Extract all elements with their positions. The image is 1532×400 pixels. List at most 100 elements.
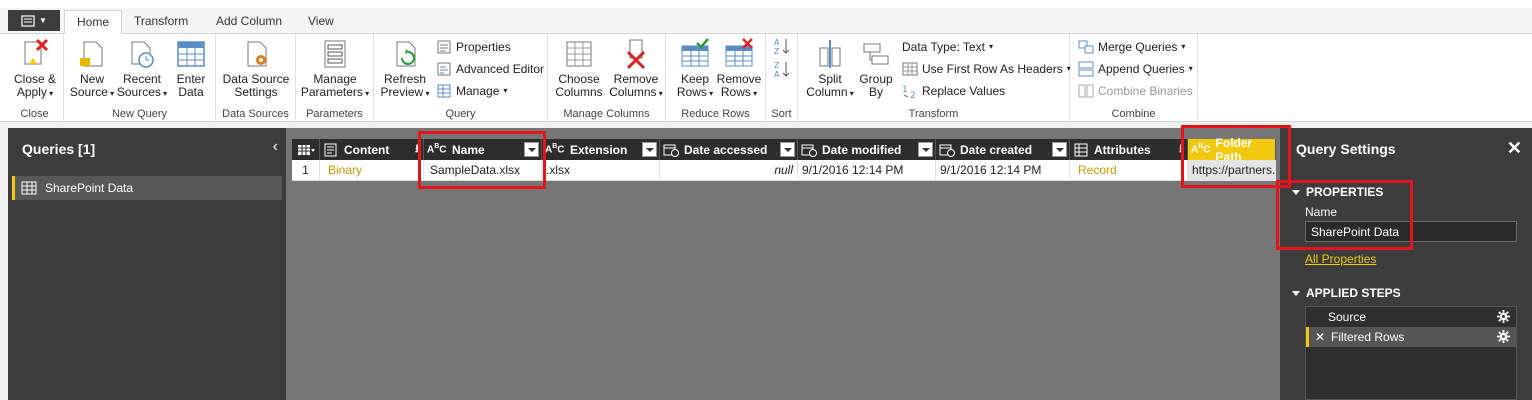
split-column-label-2: Column	[806, 85, 848, 99]
close-icon[interactable]: ✕	[1507, 138, 1522, 159]
data-type-dropdown[interactable]: Data Type: Text ▾	[902, 37, 993, 57]
query-item-sharepoint-data[interactable]: SharePoint Data	[12, 176, 282, 200]
step-source[interactable]: Source	[1306, 307, 1516, 327]
recent-sources-button[interactable]: Recent Sources ▾	[116, 38, 168, 100]
advanced-editor-button[interactable]: Advanced Editor	[436, 59, 544, 79]
gear-icon[interactable]	[1497, 310, 1510, 323]
sort-ascending-button[interactable]: AZ	[774, 37, 790, 57]
properties-button[interactable]: Properties	[436, 37, 511, 57]
cell-extension[interactable]: .xlsx	[542, 160, 660, 181]
expand-column-icon[interactable]: ⭳	[415, 140, 419, 159]
svg-text:A: A	[774, 38, 780, 47]
replace-values-button[interactable]: 12 Replace Values	[902, 81, 1005, 101]
close-apply-button[interactable]: Close & Apply ▾	[10, 38, 60, 100]
recent-sources-icon	[131, 41, 154, 68]
refresh-preview-button[interactable]: Refresh Preview ▾	[380, 38, 430, 100]
tab-transform[interactable]: Transform	[122, 10, 200, 34]
column-filter-button[interactable]	[918, 142, 933, 157]
column-header-folder-path[interactable]: ABC Folder Path	[1188, 136, 1276, 164]
group-by-button[interactable]: Group By	[856, 38, 896, 99]
column-header-extension[interactable]: ABC Extension	[542, 139, 660, 160]
file-menu-button[interactable]: ▼	[8, 10, 60, 31]
group-label-data-sources: Data Sources	[222, 108, 289, 120]
column-filter-button[interactable]	[780, 142, 795, 157]
keep-rows-label-1: Keep	[680, 72, 710, 86]
column-filter-button[interactable]	[642, 142, 657, 157]
new-source-label-2: Source	[69, 85, 108, 99]
step-filtered-rows[interactable]: ✕ Filtered Rows	[1306, 327, 1516, 347]
group-reduce-rows: Keep Rows ▾ Remove Rows ▾ Reduce Rows	[666, 34, 766, 122]
properties-label: Properties	[456, 40, 511, 54]
cell-content[interactable]: Binary	[320, 160, 424, 181]
group-data-sources: Data Source Settings Data Sources	[216, 34, 296, 122]
tab-home[interactable]: Home	[64, 10, 123, 35]
tab-view[interactable]: View	[296, 10, 346, 34]
tab-add-column[interactable]: Add Column	[204, 10, 294, 34]
split-column-label-1: Split	[818, 72, 842, 86]
binary-type-icon	[324, 143, 337, 156]
replace-values-icon: 12	[902, 85, 916, 99]
column-filter-button[interactable]	[524, 142, 539, 157]
cell-attributes[interactable]: Record	[1070, 160, 1188, 181]
all-properties-link[interactable]: All Properties	[1305, 252, 1376, 266]
svg-text:Z: Z	[774, 61, 780, 70]
queries-pane: Queries [1] ‹ SharePoint Data	[8, 128, 286, 400]
keep-rows-button[interactable]: Keep Rows ▾	[674, 38, 716, 100]
cell-folder-path[interactable]: https://partners.	[1188, 160, 1276, 181]
column-header-date-created[interactable]: Date created	[936, 139, 1070, 160]
manage-button[interactable]: Manage ▾	[436, 81, 507, 101]
collapse-pane-icon[interactable]: ‹	[273, 138, 278, 156]
new-source-label-1: New	[79, 72, 104, 86]
column-filter-button[interactable]	[1052, 142, 1067, 157]
enter-data-button[interactable]: Enter Data	[170, 38, 212, 99]
cell-name[interactable]: SampleData.xlsx	[424, 160, 542, 181]
first-row-headers-label: Use First Row As Headers	[922, 62, 1063, 76]
svg-text:Z: Z	[774, 47, 780, 55]
data-type-label: Data Type: Text	[902, 40, 985, 54]
manage-parameters-button[interactable]: Manage Parameters ▾	[300, 38, 370, 100]
close-apply-label-1: Close &	[13, 72, 57, 86]
choose-columns-button[interactable]: Choose Columns	[554, 38, 604, 99]
sort-descending-button[interactable]: ZA	[774, 59, 790, 79]
data-source-settings-button[interactable]: Data Source Settings	[220, 38, 292, 99]
query-settings-pane: Query Settings ✕ PROPERTIES Name All Pro…	[1280, 128, 1532, 400]
gear-icon[interactable]	[1497, 330, 1510, 343]
properties-section-header[interactable]: PROPERTIES	[1292, 185, 1383, 199]
column-header-date-accessed[interactable]: Date accessed	[660, 139, 798, 160]
merge-queries-button[interactable]: Merge Queries ▾	[1078, 37, 1185, 57]
use-first-row-headers-button[interactable]: Use First Row As Headers ▾	[902, 59, 1071, 79]
svg-text:A: A	[774, 70, 780, 78]
remove-columns-button[interactable]: Remove Columns ▾	[608, 38, 664, 100]
table-menu-button[interactable]	[292, 139, 320, 160]
remove-rows-button[interactable]: Remove Rows ▾	[716, 38, 762, 100]
delete-step-icon[interactable]: ✕	[1315, 327, 1325, 347]
column-header-label: Content	[344, 142, 390, 157]
group-manage-columns: Choose Columns Remove Columns ▾ Manage C…	[548, 34, 666, 122]
file-menu-icon	[21, 14, 35, 27]
text-type-icon: ABC	[427, 142, 447, 155]
expand-column-icon[interactable]: ⭳	[1179, 140, 1183, 159]
group-parameters: Manage Parameters ▾ Parameters	[296, 34, 374, 122]
keep-rows-icon	[681, 38, 709, 67]
refresh-preview-label-1: Refresh	[383, 72, 427, 86]
text-type-icon: ABC	[1191, 142, 1211, 155]
new-source-button[interactable]: New Source ▾	[68, 38, 116, 100]
column-header-name[interactable]: ABC Name	[424, 139, 542, 160]
append-queries-button[interactable]: Append Queries ▾	[1078, 59, 1193, 79]
applied-steps-section-header[interactable]: APPLIED STEPS	[1292, 286, 1401, 300]
sort-ascending-icon: AZ	[774, 38, 790, 55]
cell-date-accessed[interactable]: null	[660, 160, 798, 181]
append-queries-icon	[1078, 61, 1094, 77]
group-by-icon	[863, 43, 889, 65]
column-header-date-modified[interactable]: Date modified	[798, 139, 936, 160]
group-label-close: Close	[20, 108, 49, 120]
split-column-button[interactable]: Split Column ▾	[806, 38, 854, 100]
combine-binaries-button[interactable]: Combine Binaries	[1078, 81, 1193, 101]
column-header-attributes[interactable]: Attributes ⭳	[1070, 139, 1188, 160]
query-name-input[interactable]	[1305, 221, 1517, 242]
cell-date-created[interactable]: 9/1/2016 12:14 PM	[936, 160, 1070, 181]
table-menu-icon	[297, 144, 315, 155]
column-header-content[interactable]: Content ⭳	[320, 139, 424, 160]
cell-date-modified[interactable]: 9/1/2016 12:14 PM	[798, 160, 936, 181]
chevron-down-icon: ▼	[39, 16, 47, 25]
